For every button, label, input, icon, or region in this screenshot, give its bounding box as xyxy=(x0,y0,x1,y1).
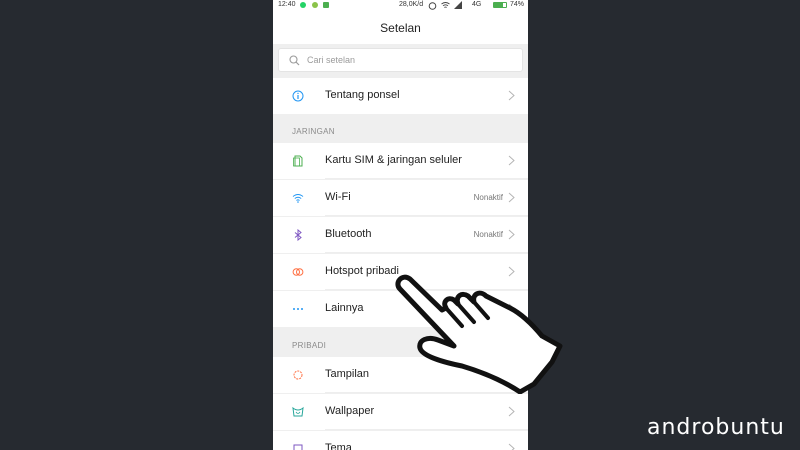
settings-item-label: Tema xyxy=(325,442,352,450)
settings-item-label: Tampilan xyxy=(325,368,370,380)
settings-item-theme[interactable]: Tema xyxy=(273,431,528,450)
section-header-network: JARINGAN xyxy=(292,127,335,136)
whatsapp-icon xyxy=(300,2,306,8)
wifi-icon xyxy=(292,194,304,203)
settings-item-wifi[interactable]: Wi-Fi Nonaktif xyxy=(273,180,528,216)
settings-item-label: Lainnya xyxy=(325,302,364,314)
chevron-right-icon xyxy=(508,406,515,417)
battery-level: 74% xyxy=(510,1,525,8)
sim-card-icon xyxy=(293,155,303,167)
settings-item-about[interactable]: Tentang ponsel xyxy=(273,78,528,114)
info-icon xyxy=(292,90,304,102)
settings-item-bluetooth[interactable]: Bluetooth Nonaktif xyxy=(273,217,528,253)
divider xyxy=(325,215,528,216)
settings-item-label: Tentang ponsel xyxy=(325,89,400,101)
settings-item-label: Hotspot pribadi xyxy=(325,265,399,277)
chevron-right-icon xyxy=(508,229,515,240)
settings-item-sim[interactable]: Kartu SIM & jaringan seluler xyxy=(273,143,528,179)
chevron-right-icon xyxy=(508,155,515,166)
bluetooth-icon xyxy=(294,229,302,241)
chevron-right-icon xyxy=(508,443,515,450)
chevron-right-icon xyxy=(508,192,515,203)
page-header: Setelan xyxy=(273,11,528,44)
tap-hand-icon xyxy=(395,274,563,394)
chevron-right-icon xyxy=(508,90,515,101)
settings-item-label: Kartu SIM & jaringan seluler xyxy=(325,154,462,166)
settings-item-wallpaper[interactable]: Wallpaper xyxy=(273,394,528,430)
network-speed: 28,0K/d xyxy=(399,1,424,8)
watermark-logo: androbuntu xyxy=(647,415,785,440)
divider xyxy=(325,178,528,179)
page-title: Setelan xyxy=(380,21,421,35)
divider xyxy=(325,429,528,430)
display-icon xyxy=(293,370,303,380)
section-header-personal: PRIBADI xyxy=(292,341,327,350)
theme-icon xyxy=(293,444,303,450)
network-type: 4G xyxy=(472,1,482,8)
settings-item-label: Bluetooth xyxy=(325,228,372,240)
notification-icon xyxy=(312,2,318,8)
divider xyxy=(325,252,528,253)
hotspot-icon xyxy=(292,268,304,276)
search-placeholder: Cari setelan xyxy=(307,55,356,65)
status-time: 12:40 xyxy=(278,1,296,8)
status-bar: 12:40 28,0K/d 4G 74% xyxy=(273,0,528,11)
app-notification-icon xyxy=(323,2,329,8)
search-icon xyxy=(289,55,300,66)
alarm-icon xyxy=(428,2,437,10)
wifi-status-icon xyxy=(441,2,450,8)
more-icon xyxy=(293,308,303,310)
bluetooth-status: Nonaktif xyxy=(473,230,503,239)
battery-icon xyxy=(493,2,507,8)
settings-item-label: Wallpaper xyxy=(325,405,375,417)
wifi-status: Nonaktif xyxy=(473,193,503,202)
wallpaper-icon xyxy=(292,406,304,417)
signal-icon xyxy=(454,1,462,9)
search-input[interactable]: Cari setelan xyxy=(278,48,523,72)
settings-item-label: Wi-Fi xyxy=(325,191,351,203)
